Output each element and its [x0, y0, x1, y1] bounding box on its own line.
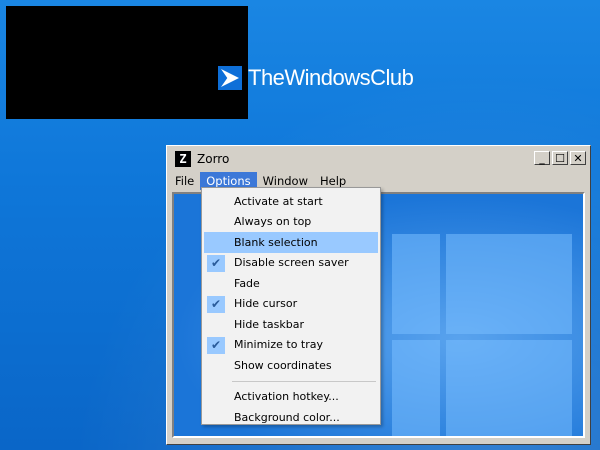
menu-item-fade[interactable]: Fade: [202, 273, 380, 294]
options-dropdown-menu: Activate at start Always on top Blank se…: [201, 187, 381, 425]
minimize-button[interactable]: _: [534, 151, 550, 165]
menu-item-hide-taskbar[interactable]: Hide taskbar: [202, 314, 380, 335]
title-bar[interactable]: Z Zorro _ ☐ ✕: [169, 148, 588, 170]
maximize-button[interactable]: ☐: [552, 151, 568, 165]
checkmark-icon: ✔: [207, 336, 225, 354]
watermark-text: TheWindowsClub: [248, 65, 414, 90]
menu-item-label: Hide cursor: [234, 297, 298, 311]
menu-item-disable-screen-saver[interactable]: ✔ Disable screen saver: [202, 253, 380, 274]
menu-item-label: Minimize to tray: [234, 338, 324, 352]
black-overlay-rectangle: [6, 6, 248, 119]
menu-separator: [232, 380, 376, 382]
menu-item-background-color[interactable]: Background color...: [202, 407, 380, 428]
menu-item-label: Fade: [234, 276, 260, 290]
menu-item-minimize-to-tray[interactable]: ✔ Minimize to tray: [202, 335, 380, 356]
thewindowsclub-watermark: TheWindowsClub: [218, 65, 414, 91]
menu-file[interactable]: File: [169, 172, 200, 190]
window-controls: _ ☐ ✕: [534, 151, 586, 165]
menu-item-label: Blank selection: [234, 235, 318, 249]
menu-item-label: Activate at start: [234, 194, 323, 208]
menu-item-label: Background color...: [234, 410, 340, 424]
wallpaper-pane: [446, 340, 572, 436]
menu-item-label: Activation hotkey...: [234, 390, 339, 404]
checkmark-icon: ✔: [207, 295, 225, 313]
menu-item-label: Hide taskbar: [234, 317, 304, 331]
close-button[interactable]: ✕: [570, 151, 586, 165]
menu-item-blank-selection[interactable]: Blank selection: [204, 232, 378, 253]
thewindowsclub-logo-icon: [218, 66, 242, 90]
menu-item-activate-at-start[interactable]: Activate at start: [202, 191, 380, 212]
menu-item-hide-cursor[interactable]: ✔ Hide cursor: [202, 294, 380, 315]
wallpaper-pane: [446, 234, 572, 334]
menu-item-label: Always on top: [234, 215, 312, 229]
menu-item-activation-hotkey[interactable]: Activation hotkey...: [202, 387, 380, 408]
wallpaper-pane: [392, 340, 440, 436]
menu-item-label: Show coordinates: [234, 358, 332, 372]
checkmark-icon: ✔: [207, 254, 225, 272]
menu-item-label: Disable screen saver: [234, 256, 349, 270]
wallpaper-pane: [392, 234, 440, 334]
zorro-app-icon: Z: [175, 151, 191, 167]
menu-item-always-on-top[interactable]: Always on top: [202, 212, 380, 233]
menu-item-show-coordinates[interactable]: Show coordinates: [202, 355, 380, 376]
window-title: Zorro: [197, 152, 230, 166]
